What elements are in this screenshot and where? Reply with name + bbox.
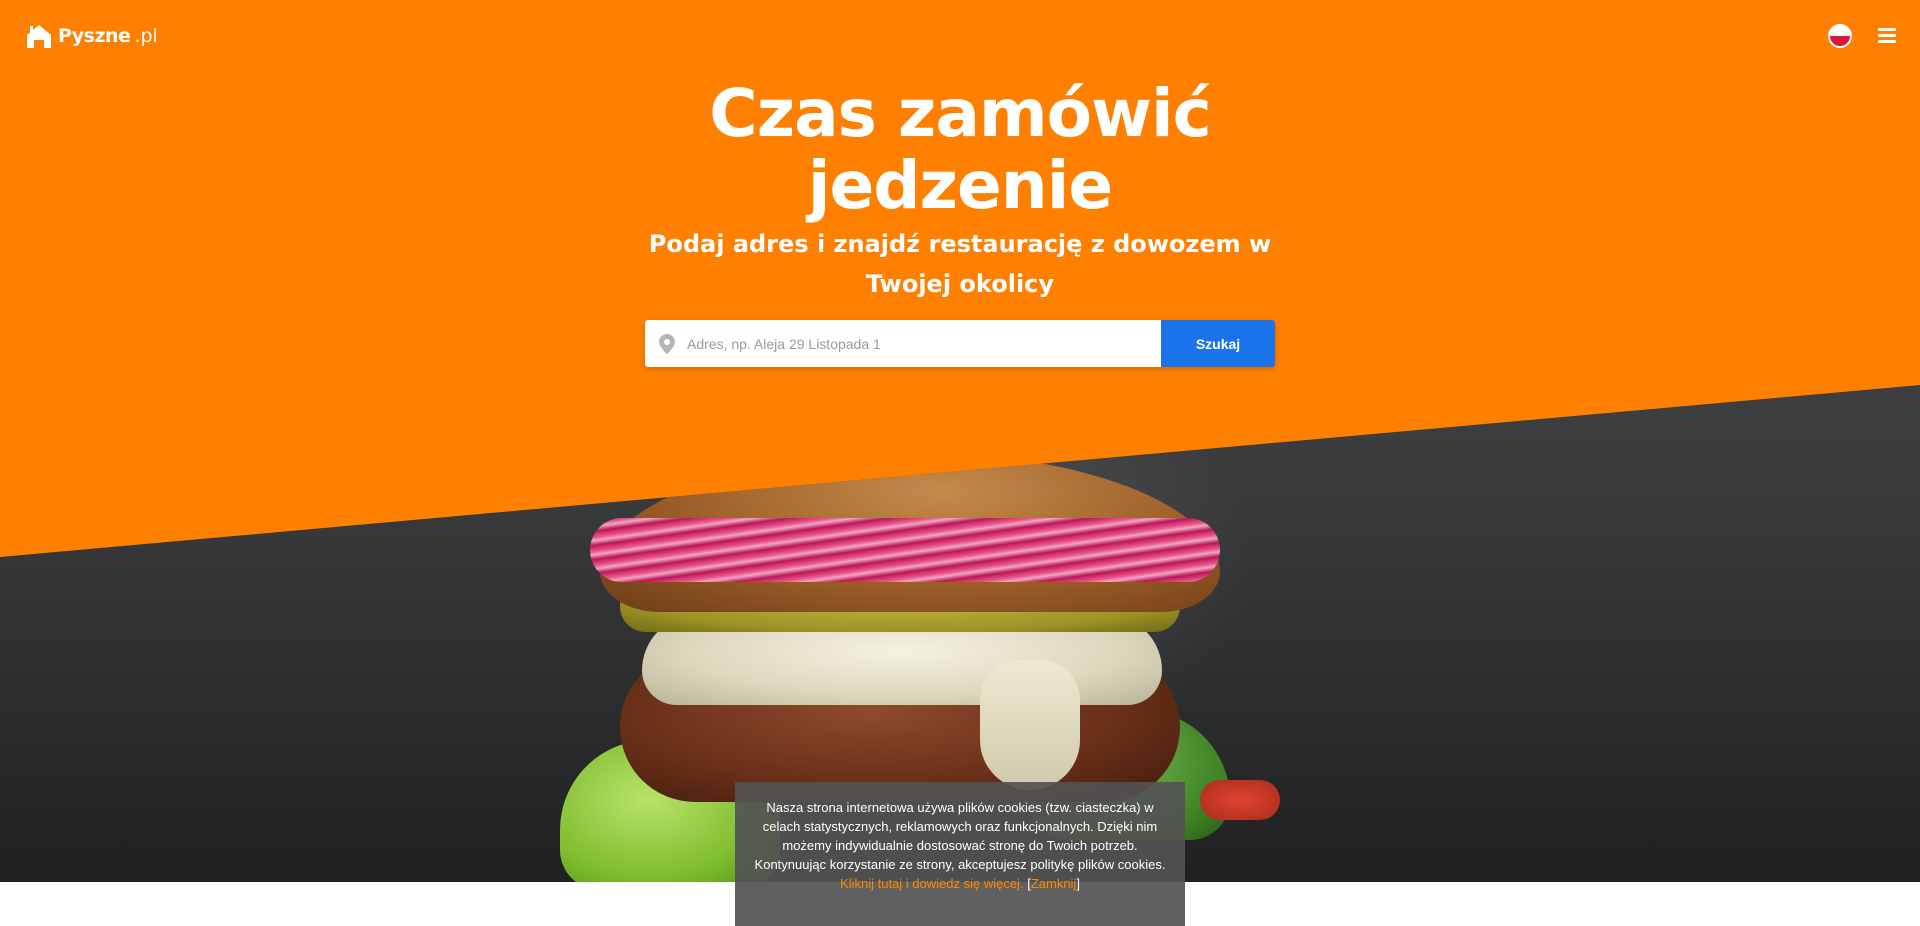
page-subtitle-line1: Podaj adres i znajdź restaurację z dowoz… bbox=[648, 230, 1272, 258]
burger-onion bbox=[590, 518, 1220, 582]
address-field-wrapper bbox=[645, 320, 1161, 367]
search-button[interactable]: Szukaj bbox=[1161, 320, 1275, 367]
page-subtitle: Podaj adres i znajdź restaurację z dowoz… bbox=[640, 224, 1280, 304]
logo-suffix: .pl bbox=[134, 25, 158, 47]
menu-bar bbox=[1878, 40, 1896, 43]
menu-bar bbox=[1878, 34, 1896, 37]
address-search-form: Szukaj bbox=[645, 320, 1275, 367]
tomato-slice bbox=[1200, 780, 1280, 820]
cookie-message: Nasza strona internetowa używa plików co… bbox=[754, 800, 1166, 872]
cookie-learn-more-link[interactable]: Kliknij tutaj i dowiedz się więcej. bbox=[840, 876, 1024, 891]
logo-text: Pyszne bbox=[58, 25, 131, 47]
cookie-links: Kliknij tutaj i dowiedz się więcej. [Zam… bbox=[749, 874, 1171, 893]
sauce-drip bbox=[980, 660, 1080, 790]
cookie-bracket-close: ] bbox=[1076, 876, 1080, 891]
page-subtitle-line2: Twojej okolicy bbox=[865, 270, 1055, 298]
cookie-close-link[interactable]: Zamknij bbox=[1031, 876, 1077, 891]
page-title-line1: Czas zamówić bbox=[709, 75, 1211, 152]
page-title-line2: jedzenie bbox=[807, 147, 1113, 224]
location-pin-icon bbox=[659, 334, 675, 354]
page-title: Czas zamówić jedzenie bbox=[610, 78, 1310, 222]
site-logo[interactable]: Pyszne .pl bbox=[24, 20, 158, 52]
cookie-banner: Nasza strona internetowa używa plików co… bbox=[735, 782, 1185, 926]
poland-flag-icon[interactable] bbox=[1828, 24, 1852, 48]
hamburger-menu-icon[interactable] bbox=[1878, 28, 1896, 44]
address-input[interactable] bbox=[687, 320, 1147, 367]
house-logo-icon bbox=[27, 25, 51, 48]
menu-bar bbox=[1878, 28, 1896, 31]
